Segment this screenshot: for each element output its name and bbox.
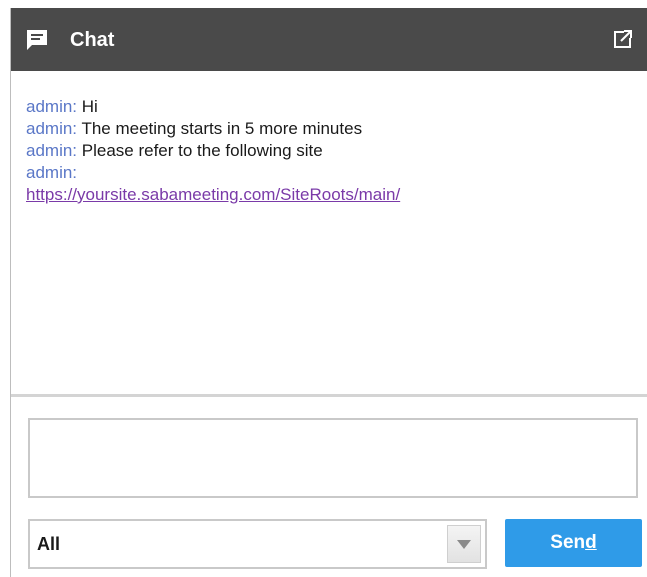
- popout-icon[interactable]: [613, 29, 633, 49]
- recipient-dropdown-button[interactable]: [447, 525, 481, 563]
- message-item: https://yoursite.sabameeting.com/SiteRoo…: [26, 184, 633, 206]
- message-text: Hi: [77, 97, 98, 116]
- message-text: The meeting starts in 5 more minutes: [77, 119, 363, 138]
- message-sender: admin:: [26, 163, 78, 182]
- message-list: admin: Hi admin: The meeting starts in 5…: [26, 96, 633, 206]
- message-item: admin:: [26, 162, 633, 184]
- recipient-select[interactable]: All: [28, 519, 487, 569]
- message-link[interactable]: https://yoursite.sabameeting.com/SiteRoo…: [26, 185, 400, 204]
- message-sender: admin:: [26, 119, 78, 138]
- chat-bubble-icon: [27, 30, 47, 50]
- composer-divider: [11, 394, 647, 397]
- message-input[interactable]: [28, 418, 638, 498]
- message-sender: admin:: [26, 97, 78, 116]
- chat-panel: Chat admin: Hi admin: The meeting starts…: [10, 8, 647, 577]
- message-item: admin: Hi: [26, 96, 633, 118]
- chevron-down-icon: [457, 540, 471, 549]
- chat-titlebar: Chat: [11, 8, 647, 71]
- chat-title: Chat: [70, 29, 115, 51]
- message-sender: admin:: [26, 141, 78, 160]
- message-text: Please refer to the following site: [77, 141, 323, 160]
- message-item: admin: Please refer to the following sit…: [26, 140, 633, 162]
- message-item: admin: The meeting starts in 5 more minu…: [26, 118, 633, 140]
- send-button[interactable]: Send: [505, 519, 642, 567]
- recipient-selected-value: All: [37, 534, 61, 554]
- send-label-accesskey: d: [585, 532, 597, 553]
- send-label: Sen: [550, 532, 586, 553]
